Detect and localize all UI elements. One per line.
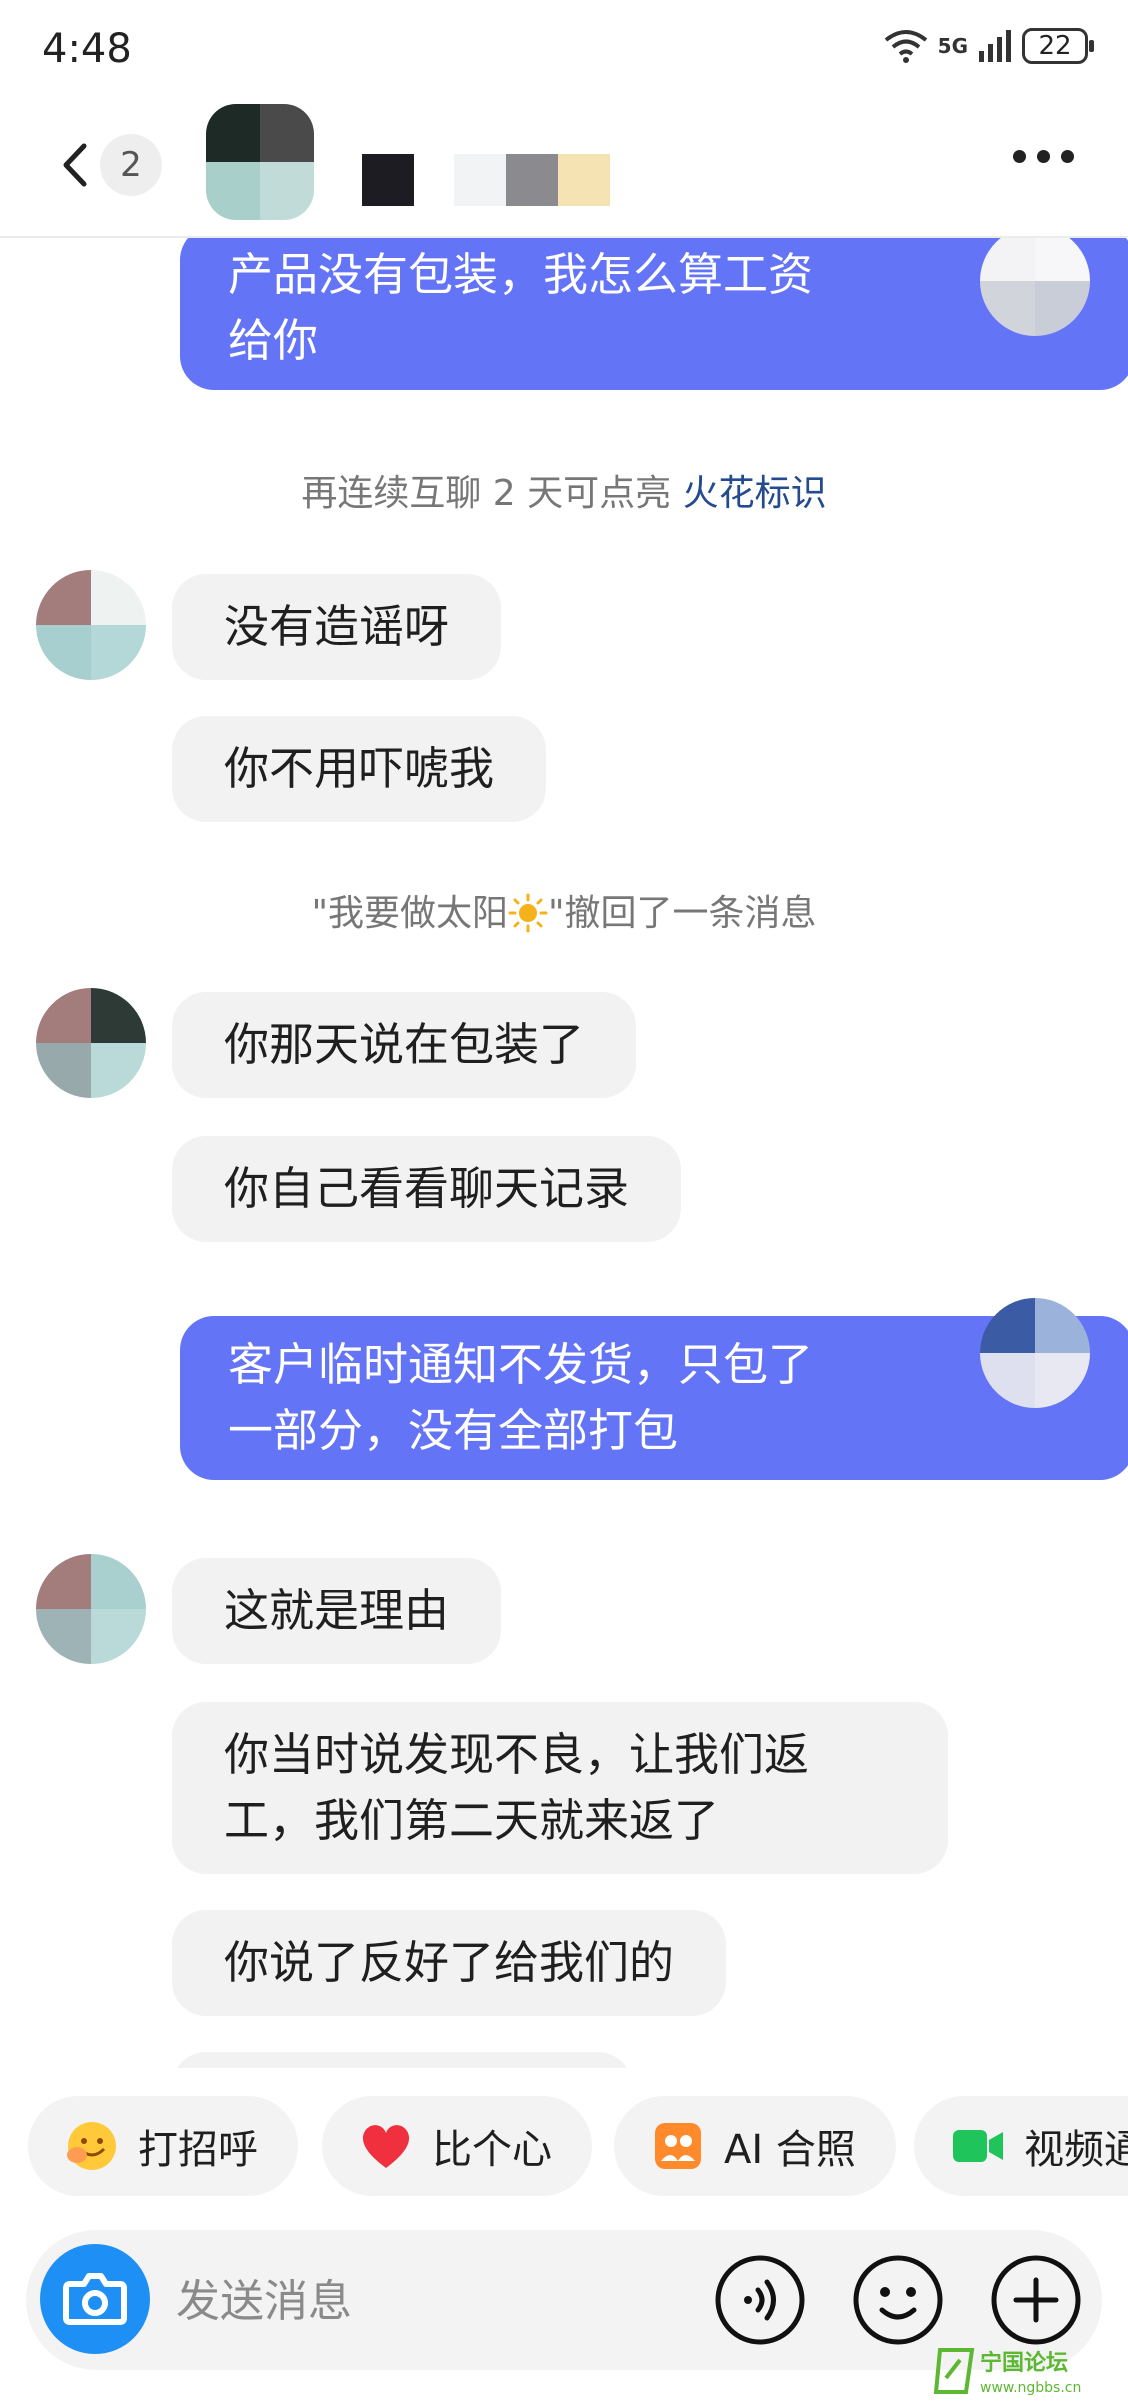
chat-messages: 产品没有包装，我怎么算工资 给你 再连续互聊 2 天可点亮 火花标识 没有造谣呀… <box>0 238 1128 2068</box>
contact-name-mosaic[interactable] <box>362 150 610 206</box>
status-icons: 5G 22 <box>884 28 1094 64</box>
svg-text:宁国论坛: 宁国论坛 <box>980 2350 1068 2376</box>
camera-icon <box>63 2273 127 2325</box>
voice-icon <box>715 2255 805 2345</box>
camera-button[interactable] <box>40 2244 150 2354</box>
emoji-button[interactable] <box>850 2252 946 2348</box>
plus-icon <box>991 2255 1081 2345</box>
forum-logo-icon: 宁国论坛 www.ngbbs.cn <box>933 2348 1081 2396</box>
message-bubble-incoming[interactable]: 你不用吓唬我 <box>172 716 547 822</box>
quick-reply-bar: 打招呼 比个心 AI 合照 视频通 <box>0 2096 1128 2200</box>
battery-icon: 22 <box>1022 28 1094 64</box>
wave-emoji-icon <box>64 2118 120 2174</box>
heart-icon <box>358 2118 414 2174</box>
quick-reply-video[interactable]: 视频通 <box>914 2096 1128 2196</box>
quick-reply-ai-photo[interactable]: AI 合照 <box>614 2096 896 2196</box>
forum-watermark: 宁国论坛 www.ngbbs.cn <box>932 2340 1122 2400</box>
contact-avatar-small[interactable] <box>36 988 146 1098</box>
svg-text:www.ngbbs.cn: www.ngbbs.cn <box>980 2380 1081 2396</box>
network-type: 5G <box>937 34 968 58</box>
unread-badge[interactable]: 2 <box>100 134 162 196</box>
status-bar: 4:48 5G 22 <box>0 0 1128 100</box>
battery-level: 22 <box>1038 31 1072 61</box>
contact-avatar-small[interactable] <box>36 570 146 680</box>
sun-emoji-icon <box>508 893 548 933</box>
more-actions-button[interactable] <box>988 2252 1084 2348</box>
message-bubble-incoming[interactable]: 你说了反好了给我们的 <box>172 1910 727 2016</box>
voice-button[interactable] <box>712 2252 808 2348</box>
chat-header: 2 <box>0 100 1128 238</box>
message-bubble-incoming[interactable]: 你自己看看聊天记录 <box>172 1136 682 1242</box>
video-call-icon <box>950 2118 1006 2174</box>
spark-link[interactable]: 火花标识 <box>683 473 827 514</box>
contact-avatar[interactable] <box>206 104 314 220</box>
message-bubble-incoming[interactable]: 你那天说在包装了 <box>172 992 637 1098</box>
signal-icon <box>979 30 1011 62</box>
my-avatar[interactable] <box>980 1298 1090 1408</box>
wifi-icon <box>884 30 927 63</box>
status-time: 4:48 <box>42 26 132 72</box>
ai-photo-icon <box>650 2118 706 2174</box>
quick-reply-greet[interactable]: 打招呼 <box>28 2096 298 2196</box>
spark-notice: 再连续互聊 2 天可点亮 火花标识 <box>301 473 827 514</box>
message-bubble-incoming[interactable]: 这就是理由 <box>172 1558 502 1664</box>
message-bubble-incoming[interactable]: 没有造谣呀 <box>172 574 502 680</box>
more-options-button[interactable] <box>1013 150 1074 163</box>
contact-avatar-small[interactable] <box>36 1554 146 1664</box>
quick-reply-heart[interactable]: 比个心 <box>322 2096 592 2196</box>
back-arrow-icon[interactable] <box>52 140 102 190</box>
message-bubble-incoming[interactable]: 你当时说发现不良，让我们返 工，我们第二天就来返了 <box>172 1702 948 1874</box>
recall-notice: "我要做太阳 "撤回了一条消息 <box>311 893 817 934</box>
message-bubble-incoming-partial[interactable] <box>172 2052 632 2068</box>
smiley-icon <box>853 2255 943 2345</box>
message-input[interactable] <box>174 2270 698 2332</box>
